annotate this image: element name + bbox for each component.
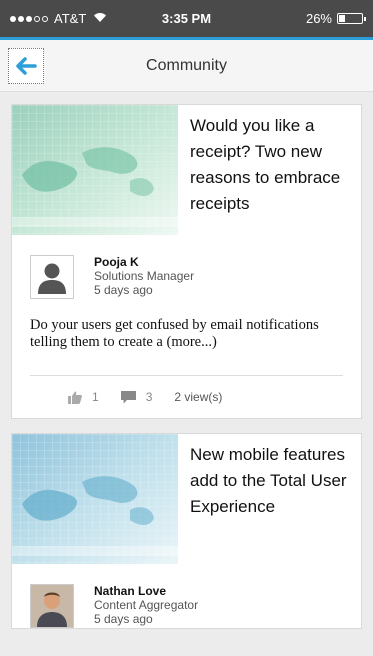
nav-bar: Community <box>0 40 373 92</box>
avatar[interactable] <box>30 255 74 299</box>
battery-group: 26% <box>305 11 366 26</box>
battery-percent: 26% <box>305 11 332 26</box>
like-count: 1 <box>92 390 99 404</box>
post-card[interactable]: New mobile features add to the Total Use… <box>11 433 362 629</box>
post-title[interactable]: New mobile features add to the Total Use… <box>178 434 361 564</box>
author-name[interactable]: Nathan Love <box>94 584 198 598</box>
battery-fill <box>339 15 345 22</box>
comment-icon <box>120 390 136 403</box>
post-stats: 1 3 2 view(s) <box>12 376 361 418</box>
post-thumbnail <box>12 434 178 564</box>
post-author: Pooja K Solutions Manager 5 days ago <box>12 235 361 299</box>
like-button[interactable]: 1 <box>68 390 99 404</box>
author-name[interactable]: Pooja K <box>94 255 194 269</box>
post-time: 5 days ago <box>94 612 153 626</box>
more-link[interactable]: (more...) <box>166 334 216 350</box>
user-photo-icon <box>31 585 73 627</box>
author-info: Nathan Love Content Aggregator 5 days ag… <box>94 584 198 628</box>
signal-strength-icon <box>10 15 48 22</box>
comment-count: 3 <box>145 390 153 404</box>
post-time: 5 days ago <box>94 283 153 297</box>
back-arrow-icon <box>16 56 37 75</box>
post-author: Nathan Love Content Aggregator 5 days ag… <box>12 564 361 628</box>
page-title: Community <box>146 56 227 74</box>
battery-icon <box>337 13 366 24</box>
post-feed[interactable]: Would you like a receipt? Two new reason… <box>0 92 373 629</box>
post-card[interactable]: Would you like a receipt? Two new reason… <box>11 104 362 419</box>
wifi-icon <box>93 12 107 26</box>
default-avatar-icon <box>38 263 66 294</box>
author-info: Pooja K Solutions Manager 5 days ago <box>94 255 194 299</box>
author-role: Solutions Manager <box>94 269 195 283</box>
post-excerpt: Do your users get confused by email noti… <box>12 299 361 351</box>
thumbs-up-icon <box>68 391 82 404</box>
signal-group: AT&T <box>10 11 107 26</box>
status-bar: AT&T 3:35 PM 26% <box>0 0 373 37</box>
post-thumbnail <box>12 105 178 235</box>
carrier-name: AT&T <box>54 11 87 26</box>
back-button[interactable] <box>8 47 44 84</box>
post-title[interactable]: Would you like a receipt? Two new reason… <box>178 105 361 235</box>
view-count: 2 view(s) <box>174 390 223 404</box>
author-role: Content Aggregator <box>94 598 199 612</box>
comment-button[interactable]: 3 <box>120 390 153 404</box>
avatar[interactable] <box>30 584 74 628</box>
